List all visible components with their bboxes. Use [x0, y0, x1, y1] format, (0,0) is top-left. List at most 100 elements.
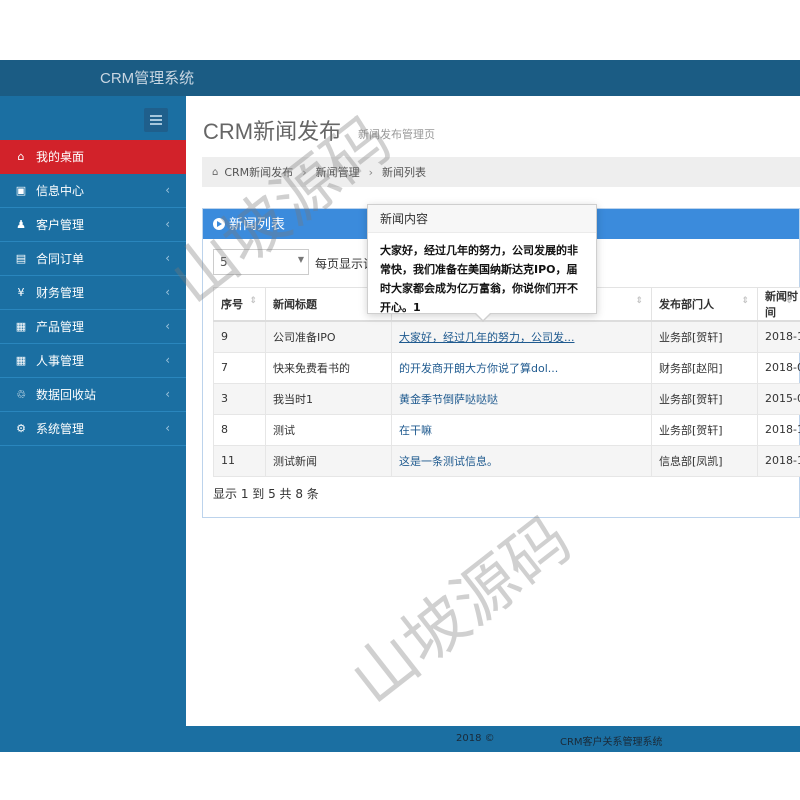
sidebar-item[interactable]: ¥ 财务管理 ‹ — [0, 276, 186, 310]
card-icon: ▣ — [15, 184, 27, 197]
sidebar-item-label: 合同订单 — [36, 252, 85, 266]
breadcrumb-item[interactable]: 新闻列表 — [382, 164, 426, 180]
table-row[interactable]: 3我当时1 黄金季节倒萨哒哒哒 业务部[贺轩]2015-01 — [213, 382, 800, 415]
sidebar-item[interactable]: ▦ 人事管理 ‹ — [0, 344, 186, 378]
sidebar-item[interactable]: ♲ 数据回收站 ‹ — [0, 378, 186, 412]
chevron-left-icon: ‹ — [165, 387, 170, 401]
sidebar-item[interactable]: ⌂ 我的桌面 — [0, 140, 186, 174]
pagination-summary: 显示 1 到 5 共 8 条 — [213, 487, 319, 501]
table-cell: 这是一条测试信息。 — [391, 444, 652, 477]
trash-icon: ♲ — [16, 388, 26, 401]
yen-icon: ¥ — [17, 286, 25, 299]
portlet-title: 新闻列表 — [229, 217, 285, 233]
sidebar-item-label: 我的桌面 — [36, 150, 85, 164]
table-cell: 快来免费看书的 — [265, 351, 392, 384]
table-cell: 信息部[凤凯] — [651, 444, 758, 477]
news-content-link[interactable]: 这是一条测试信息。 — [399, 455, 498, 468]
sidebar-item[interactable]: ♟ 客户管理 ‹ — [0, 208, 186, 242]
chevron-left-icon: ‹ — [165, 251, 170, 265]
sidebar-item-label: 人事管理 — [36, 354, 85, 368]
home-icon: ⌂ — [212, 166, 219, 178]
footer: 2018 © CRM客户关系管理系统 — [186, 726, 800, 752]
table-row[interactable]: 11测试新闻这是一条测试信息。 信息部[凤凯]2018-10 — [213, 444, 800, 477]
chevron-left-icon: ‹ — [165, 319, 170, 333]
chevron-left-icon: ‹ — [165, 421, 170, 435]
sort-icon[interactable]: ⇕ — [635, 296, 643, 306]
sidebar-item-label: 信息中心 — [36, 184, 85, 198]
table-cell: 2015-01 — [757, 382, 800, 415]
news-content-link[interactable]: 的开发商开朗大方你说了算dol... — [399, 362, 558, 375]
grid-icon: ▦ — [15, 354, 27, 367]
grid-icon: ▦ — [15, 320, 27, 333]
news-content-link[interactable]: 黄金季节倒萨哒哒哒 — [399, 393, 498, 406]
table-cell: 8 — [213, 413, 266, 446]
table-cell: 业务部[贺轩] — [651, 320, 758, 353]
gear-icon: ⚙ — [16, 422, 26, 435]
table-cell: 9 — [213, 320, 266, 353]
column-header-label: 新闻标题 — [273, 298, 317, 311]
table-cell: 2018-10 — [757, 413, 800, 446]
breadcrumb-item[interactable]: CRM新闻发布 — [224, 164, 293, 180]
chevron-left-icon: ‹ — [165, 285, 170, 299]
sidebar-item-label: 系统管理 — [36, 422, 85, 436]
news-content-popover: 新闻内容 大家好，经过几年的努力，公司发展的非常快，我们准备在美国纳斯达克IPO… — [367, 204, 597, 322]
caret-down-icon: ▼ — [297, 255, 304, 264]
page-size-select[interactable]: 5 ▼ — [213, 249, 309, 275]
table-body: 9公司准备IPO大家好，经过几年的努力，公司发...业务部[贺轩]2018-10… — [213, 320, 800, 477]
table-cell: 7 — [213, 351, 266, 384]
footer-year: 2018 © — [456, 733, 495, 744]
news-content-link[interactable]: 大家好，经过几年的努力，公司发... — [399, 331, 575, 344]
column-header-label: 新闻时间 — [765, 290, 798, 319]
breadcrumb-item[interactable]: 新闻管理 — [316, 164, 360, 180]
table-cell: 大家好，经过几年的努力，公司发... — [391, 320, 652, 353]
table-cell: 财务部[赵阳] — [651, 351, 758, 384]
sidebar-item-label: 财务管理 — [36, 286, 85, 300]
table-cell: 11 — [213, 444, 266, 477]
sidebar-item[interactable]: ▦ 产品管理 ‹ — [0, 310, 186, 344]
menu-icon-bar — [150, 119, 162, 121]
menu-icon-bar — [150, 115, 162, 117]
column-header[interactable]: 发布部门人 ⇕ — [651, 287, 758, 322]
table-cell: 公司准备IPO — [265, 320, 392, 353]
table-cell: 黄金季节倒萨哒哒哒 — [391, 382, 652, 415]
page-subtitle: 新闻发布管理页 — [358, 128, 435, 141]
table-cell: 测试新闻 — [265, 444, 392, 477]
chevron-right-icon: › — [368, 165, 373, 179]
column-header-label: 发布部门人 — [659, 298, 714, 311]
table-cell: 的开发商开朗大方你说了算dol... — [391, 351, 652, 384]
news-content-link[interactable]: 在干嘛 — [399, 424, 432, 437]
page-title: CRM新闻发布 — [203, 119, 342, 144]
column-header[interactable]: 序号 ⇕ — [213, 287, 266, 322]
chevron-left-icon: ‹ — [165, 353, 170, 367]
page-size-label: 每页显示记 — [315, 257, 376, 271]
column-header[interactable]: 新闻时间 ⇕ — [757, 287, 800, 322]
chevron-left-icon: ‹ — [165, 183, 170, 197]
table-cell: 2018-09 — [757, 351, 800, 384]
sidebar-item[interactable]: ⚙ 系统管理 ‹ — [0, 412, 186, 446]
table-cell: 在干嘛 — [391, 413, 652, 446]
chevron-left-icon: ‹ — [165, 217, 170, 231]
footer-app-name: CRM客户关系管理系统 — [560, 737, 663, 748]
table-cell: 2018-10 — [757, 320, 800, 353]
sidebar-item-label: 产品管理 — [36, 320, 85, 334]
table-row[interactable]: 9公司准备IPO 大家好，经过几年的努力，公司发... 业务部[贺轩]2018-10 — [213, 320, 800, 353]
sidebar-menu: ⌂ 我的桌面 ▣ 信息中心 ‹ ♟ 客户管理 ‹ ▤ 合同订单 ‹ ¥ 财务管理 ‹ ▦ 产品管理 ‹ ▦ 人事管理… — [0, 140, 186, 446]
table-row[interactable]: 8测试在干嘛 业务部[贺轩]2018-10 — [213, 413, 800, 446]
popover-arrow — [474, 312, 492, 322]
menu-icon-bar — [150, 123, 162, 125]
table-cell: 业务部[贺轩] — [651, 413, 758, 446]
breadcrumb: ⌂ CRM新闻发布 › 新闻管理 › 新闻列表 — [202, 157, 800, 187]
popover-title: 新闻内容 — [368, 205, 596, 233]
app-brand[interactable]: CRM管理系统 — [100, 67, 194, 88]
sidebar-item[interactable]: ▤ 合同订单 ‹ — [0, 242, 186, 276]
sort-icon[interactable]: ⇕ — [249, 296, 257, 306]
user-icon: ♟ — [16, 218, 26, 231]
table-cell: 我当时1 — [265, 382, 392, 415]
table-row[interactable]: 7快来免费看书的的开发商开朗大方你说了算dol... 财务部[赵阳]2018-09 — [213, 351, 800, 384]
page-size-value: 5 — [220, 255, 228, 269]
sidebar-toggle-button[interactable] — [144, 108, 168, 132]
sidebar-item[interactable]: ▣ 信息中心 ‹ — [0, 174, 186, 208]
sort-icon[interactable]: ⇕ — [785, 296, 793, 306]
sort-icon[interactable]: ⇕ — [741, 296, 749, 306]
table-cell: 3 — [213, 382, 266, 415]
